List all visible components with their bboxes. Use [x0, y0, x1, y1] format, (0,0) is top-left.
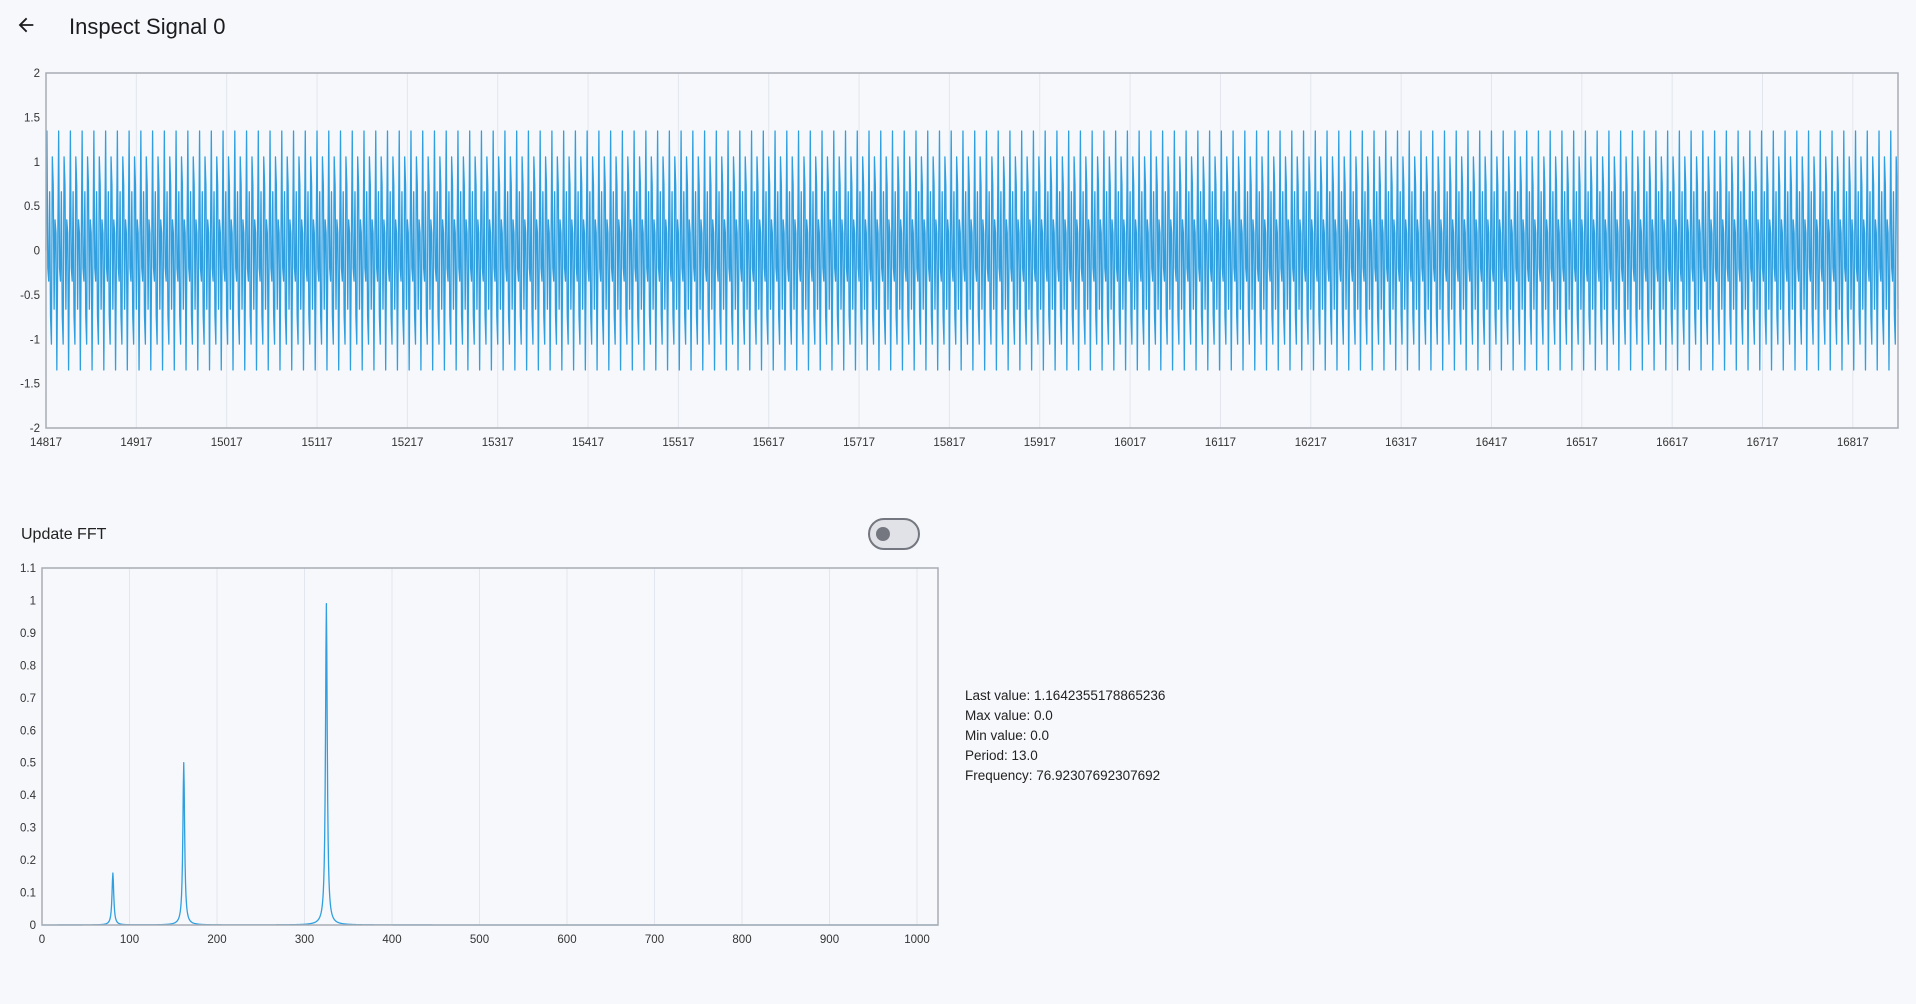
x-tick-label: 16117	[1205, 437, 1236, 449]
x-tick-label: 700	[645, 934, 664, 946]
x-tick-label: 15217	[391, 437, 423, 449]
y-tick-label: 0.9	[20, 628, 36, 640]
x-tick-label: 15917	[1024, 437, 1056, 449]
fft-chart: 0 0.1 0.2 0.3 0.4 0.5 0.6 0.7 0.8 0.9 1 1.1 0 100 200 3…	[20, 563, 939, 946]
toggle-knob	[876, 527, 890, 541]
x-tick-label: 400	[382, 934, 401, 946]
x-tick-label: 15717	[843, 437, 875, 449]
page-title: Inspect Signal 0	[69, 14, 226, 39]
signal-stats: Last value: 1.1642355178865236 Max value…	[965, 686, 1165, 786]
plot-frame	[41, 567, 939, 926]
x-tick-label: 16817	[1837, 437, 1869, 449]
y-tick-label: 0.6	[20, 725, 36, 737]
y-tick-label: 0.4	[20, 790, 37, 802]
x-tick-label: 300	[295, 934, 314, 946]
x-tick-label: 14917	[120, 437, 152, 449]
y-tick-label: -0.5	[20, 290, 40, 302]
y-tick-label: 0	[30, 920, 36, 932]
y-tick-label: 0.1	[20, 888, 36, 900]
app-bar: Inspect Signal 0	[0, 0, 1916, 56]
y-tick-label: 0.8	[20, 660, 36, 672]
y-tick-label: 0.5	[24, 201, 40, 213]
frequency-text: Frequency: 76.92307692307692	[965, 768, 1161, 783]
y-tick-label: 1.5	[24, 112, 40, 124]
series-line	[41, 603, 939, 926]
y-tick-label: 0	[34, 246, 40, 258]
x-tick-label: 15117	[301, 437, 332, 449]
y-tick-label: 1.1	[20, 563, 36, 575]
y-tick-label: 1	[34, 157, 40, 169]
x-tick-label: 100	[120, 934, 139, 946]
arrow-left-icon	[18, 17, 34, 33]
x-tick-label: 16417	[1475, 437, 1507, 449]
last-value-text: Last value: 1.1642355178865236	[965, 688, 1166, 703]
x-tick-label: 1000	[904, 934, 930, 946]
x-tick-label: 15017	[211, 437, 243, 449]
x-tick-label: 16217	[1295, 437, 1327, 449]
x-tick-label: 200	[207, 934, 226, 946]
signal-chart: -2 -1.5 -1 -0.5 0 0.5 1 1.5 2 14817 14917 15017 1511…	[20, 68, 1899, 449]
x-tick-label: 15617	[753, 437, 785, 449]
x-tick-label: 15417	[572, 437, 604, 449]
x-tick-label: 500	[470, 934, 489, 946]
min-value-text: Min value: 0.0	[965, 728, 1050, 743]
y-tick-label: 2	[34, 68, 40, 80]
x-tick-label: 16717	[1746, 437, 1778, 449]
x-tick-label: 800	[732, 934, 751, 946]
max-value-text: Max value: 0.0	[965, 708, 1053, 723]
x-tick-label: 16317	[1385, 437, 1417, 449]
series-line	[45, 130, 1899, 371]
x-tick-label: 15817	[933, 437, 965, 449]
period-text: Period: 13.0	[965, 748, 1038, 763]
y-tick-label: 0.7	[20, 693, 36, 705]
update-fft-label: Update FFT	[21, 526, 107, 543]
x-tick-label: 900	[820, 934, 839, 946]
x-tick-label: 15517	[662, 437, 694, 449]
y-tick-label: 0.3	[20, 823, 36, 835]
y-tick-label: 0.2	[20, 855, 36, 867]
y-tick-label: -1	[30, 334, 40, 346]
update-fft-toggle[interactable]	[868, 518, 920, 550]
back-button[interactable]	[10, 9, 42, 41]
x-tick-label: 0	[39, 934, 45, 946]
y-tick-label: 0.5	[20, 758, 36, 770]
y-tick-label: 1	[30, 595, 36, 607]
x-tick-label: 16617	[1656, 437, 1688, 449]
x-tick-label: 16517	[1566, 437, 1598, 449]
y-tick-label: -2	[30, 423, 40, 435]
x-tick-label: 16017	[1114, 437, 1146, 449]
y-tick-label: -1.5	[20, 379, 40, 391]
x-tick-label: 15317	[482, 437, 514, 449]
x-tick-label: 14817	[30, 437, 62, 449]
x-tick-label: 600	[557, 934, 576, 946]
